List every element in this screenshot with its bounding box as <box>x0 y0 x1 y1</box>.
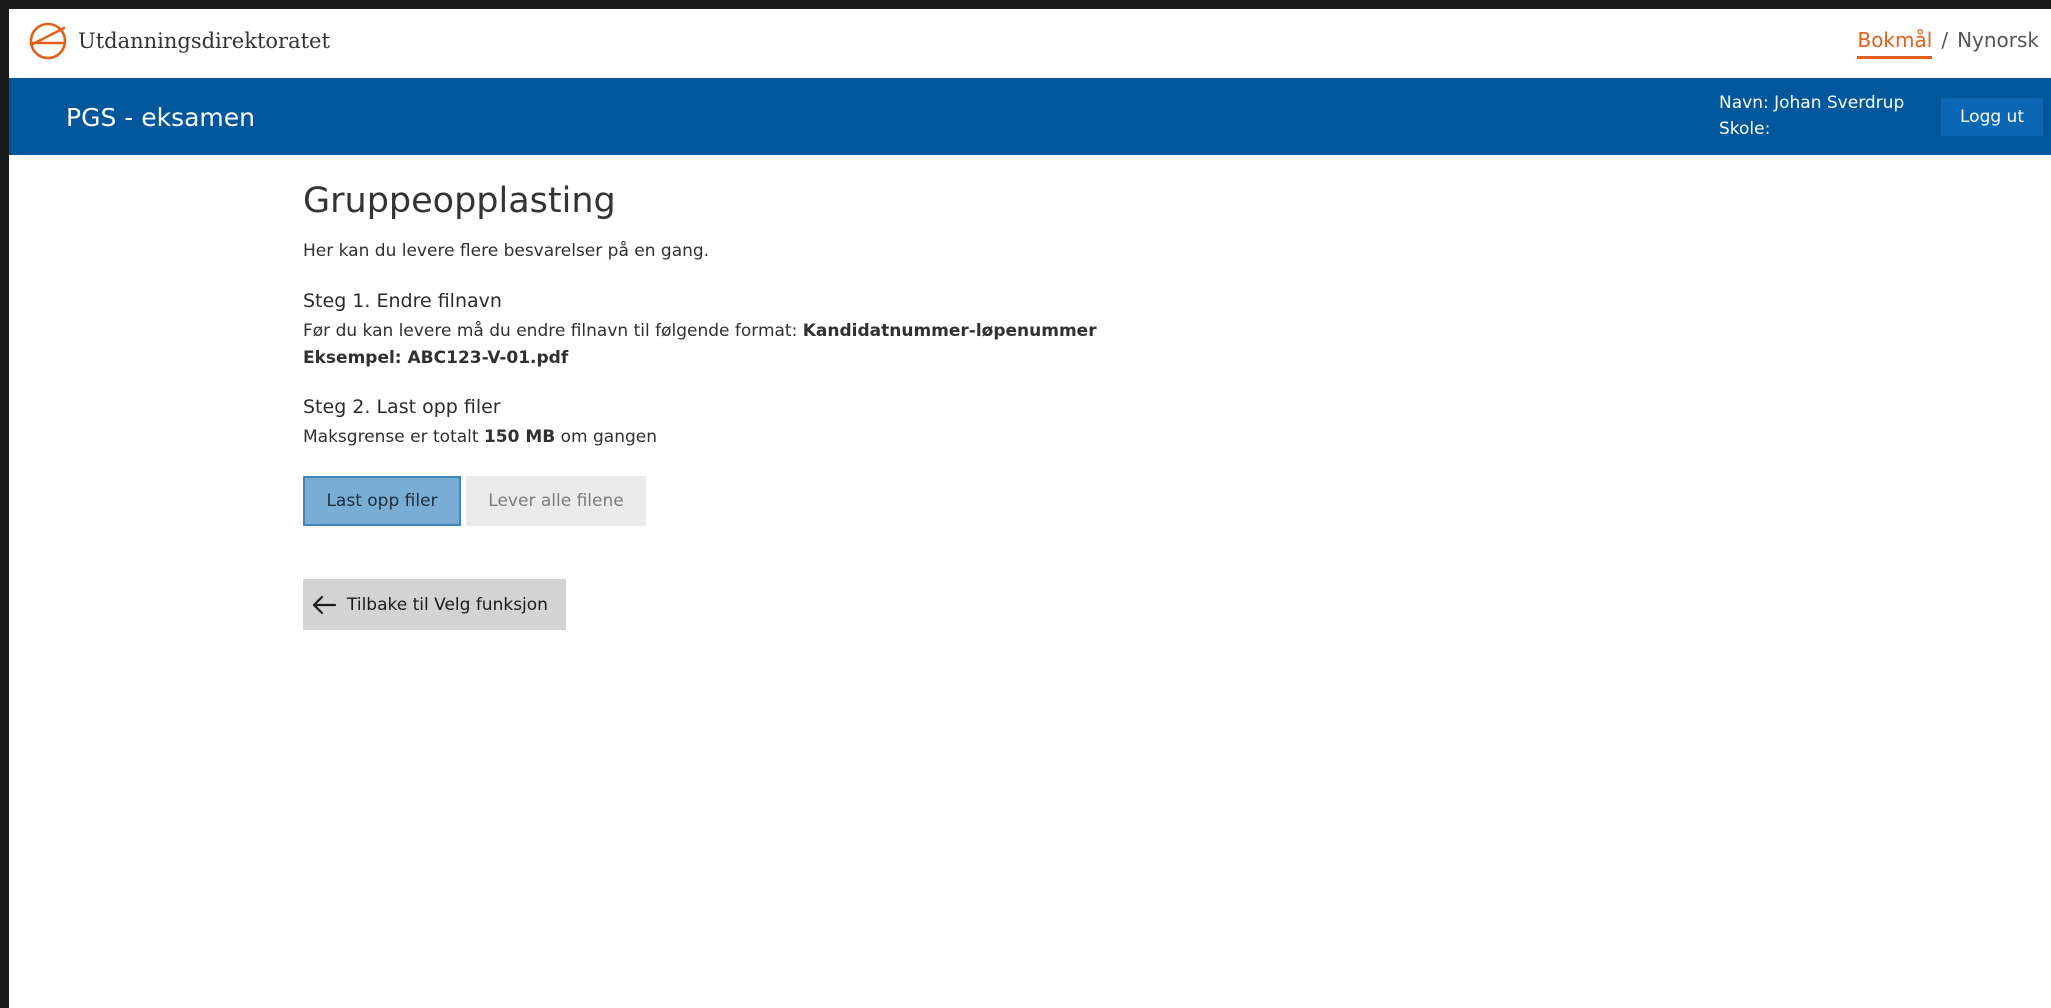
org-name: Utdanningsdirektoratet <box>78 29 330 53</box>
step1-heading: Steg 1. Endre filnavn <box>303 290 502 312</box>
back-button-label: Tilbake til Velg funksjon <box>347 594 548 615</box>
lang-bokmal-link[interactable]: Bokmål <box>1857 28 1933 59</box>
app-title[interactable]: PGS - eksamen <box>66 103 255 132</box>
language-switcher: Bokmål / Nynorsk <box>1857 28 2039 59</box>
user-school: Skole: <box>1719 119 1771 139</box>
action-buttons: Last opp filer Lever alle filene <box>303 476 1403 526</box>
lang-nynorsk-link[interactable]: Nynorsk <box>1957 28 2039 59</box>
back-to-select-function-button[interactable]: Tilbake til Velg funksjon <box>303 579 566 630</box>
intro-text: Her kan du levere flere besvarelser på e… <box>303 241 710 261</box>
logout-button[interactable]: Logg ut <box>1941 98 2043 136</box>
user-info: Navn: Johan Sverdrup Skole: <box>1719 90 1904 142</box>
step2-text: Maksgrense er totalt 150 MB om gangen <box>303 424 1403 451</box>
org-logo[interactable]: Utdanningsdirektoratet <box>28 20 330 62</box>
step1-format: Kandidatnummer-løpenummer <box>802 321 1097 341</box>
top-header: Utdanningsdirektoratet Bokmål / Nynorsk <box>9 9 2051 78</box>
arrow-left-icon <box>312 595 337 614</box>
step1-example: Eksempel: ABC123-V-01.pdf <box>303 348 569 368</box>
upload-files-button[interactable]: Last opp filer <box>303 476 461 526</box>
lang-separator: / <box>1941 28 1949 52</box>
step2-text-suffix: om gangen <box>555 427 658 447</box>
main-content: Gruppeopplasting Her kan du levere flere… <box>303 179 1403 630</box>
deliver-all-button[interactable]: Lever alle filene <box>466 476 646 526</box>
step2-heading: Steg 2. Last opp filer <box>303 396 501 418</box>
udir-circle-logo-icon <box>29 22 67 60</box>
step2-limit: 150 MB <box>483 427 556 447</box>
step1-text-prefix: Før du kan levere må du endre filnavn ti… <box>303 321 803 341</box>
page: Utdanningsdirektoratet Bokmål / Nynorsk … <box>0 0 2051 1008</box>
page-title: Gruppeopplasting <box>303 181 616 221</box>
step2-text-prefix: Maksgrense er totalt <box>303 427 484 447</box>
user-name: Navn: Johan Sverdrup <box>1719 93 1905 113</box>
app-banner: PGS - eksamen Navn: Johan Sverdrup Skole… <box>9 78 2051 155</box>
step1-text: Før du kan levere må du endre filnavn ti… <box>303 318 1403 372</box>
